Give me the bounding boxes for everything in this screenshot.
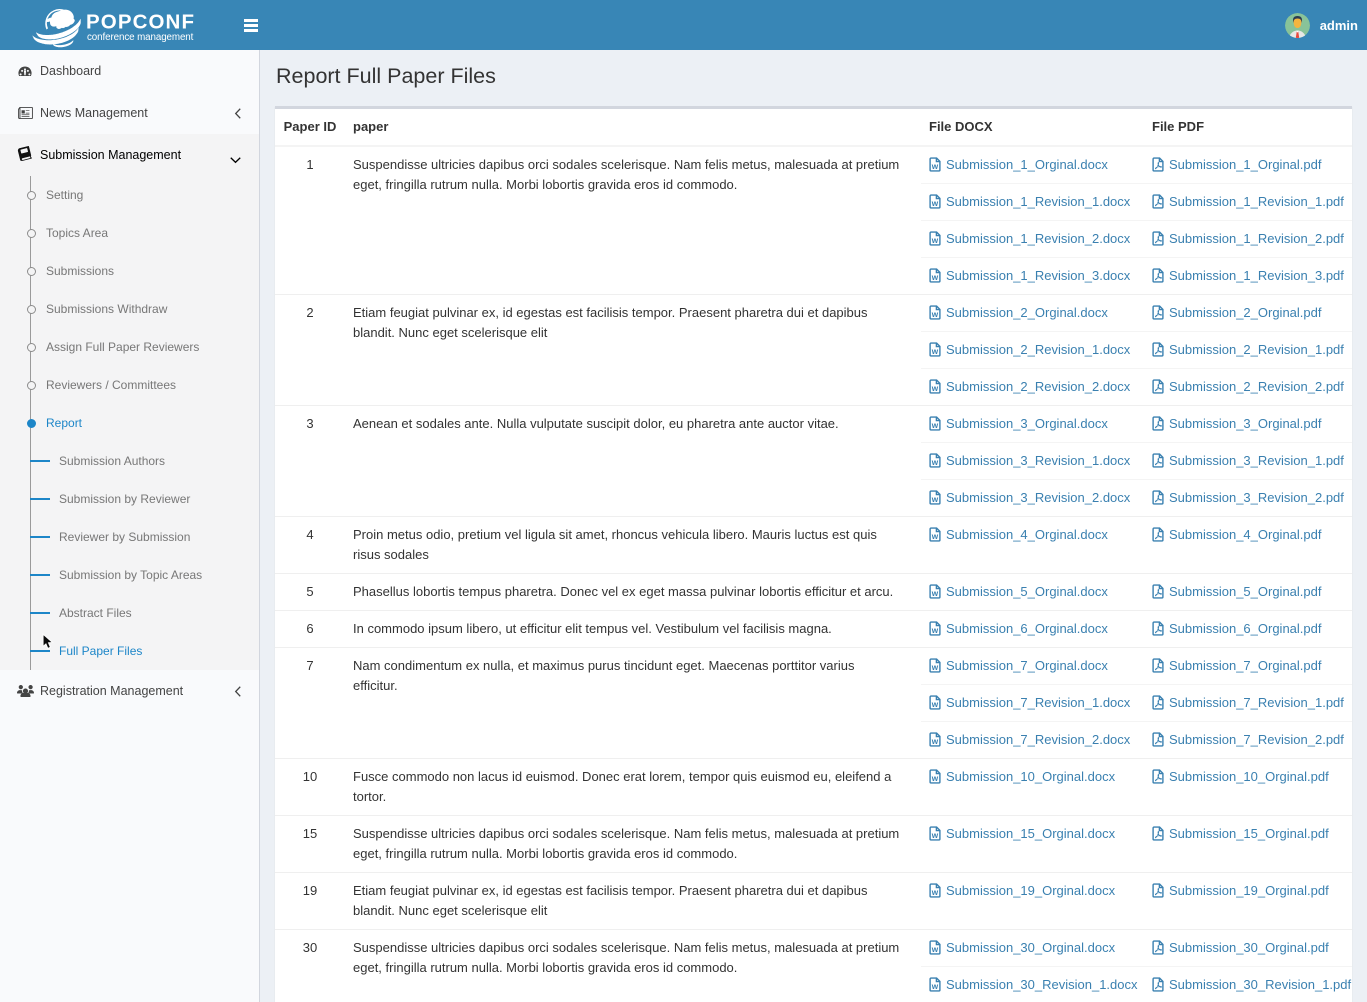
svg-text:w: w — [931, 888, 939, 897]
svg-text:w: w — [931, 236, 939, 245]
svg-text:w: w — [931, 663, 939, 672]
svg-text:w: w — [931, 737, 939, 746]
svg-text:w: w — [931, 162, 939, 171]
svg-text:w: w — [931, 273, 939, 282]
svg-text:w: w — [931, 199, 939, 208]
svg-text:w: w — [931, 589, 939, 598]
svg-text:w: w — [931, 982, 939, 991]
svg-text:w: w — [931, 421, 939, 430]
svg-text:w: w — [931, 347, 939, 356]
svg-text:conference management: conference management — [87, 32, 194, 43]
svg-text:w: w — [931, 700, 939, 709]
svg-text:POPCONF: POPCONF — [86, 11, 195, 34]
svg-text:w: w — [931, 774, 939, 783]
svg-text:w: w — [931, 945, 939, 954]
svg-text:w: w — [931, 626, 939, 635]
svg-text:w: w — [931, 495, 939, 504]
svg-text:w: w — [931, 831, 939, 840]
svg-text:w: w — [931, 310, 939, 319]
svg-text:w: w — [931, 458, 939, 467]
svg-text:w: w — [931, 384, 939, 393]
svg-text:w: w — [931, 532, 939, 541]
